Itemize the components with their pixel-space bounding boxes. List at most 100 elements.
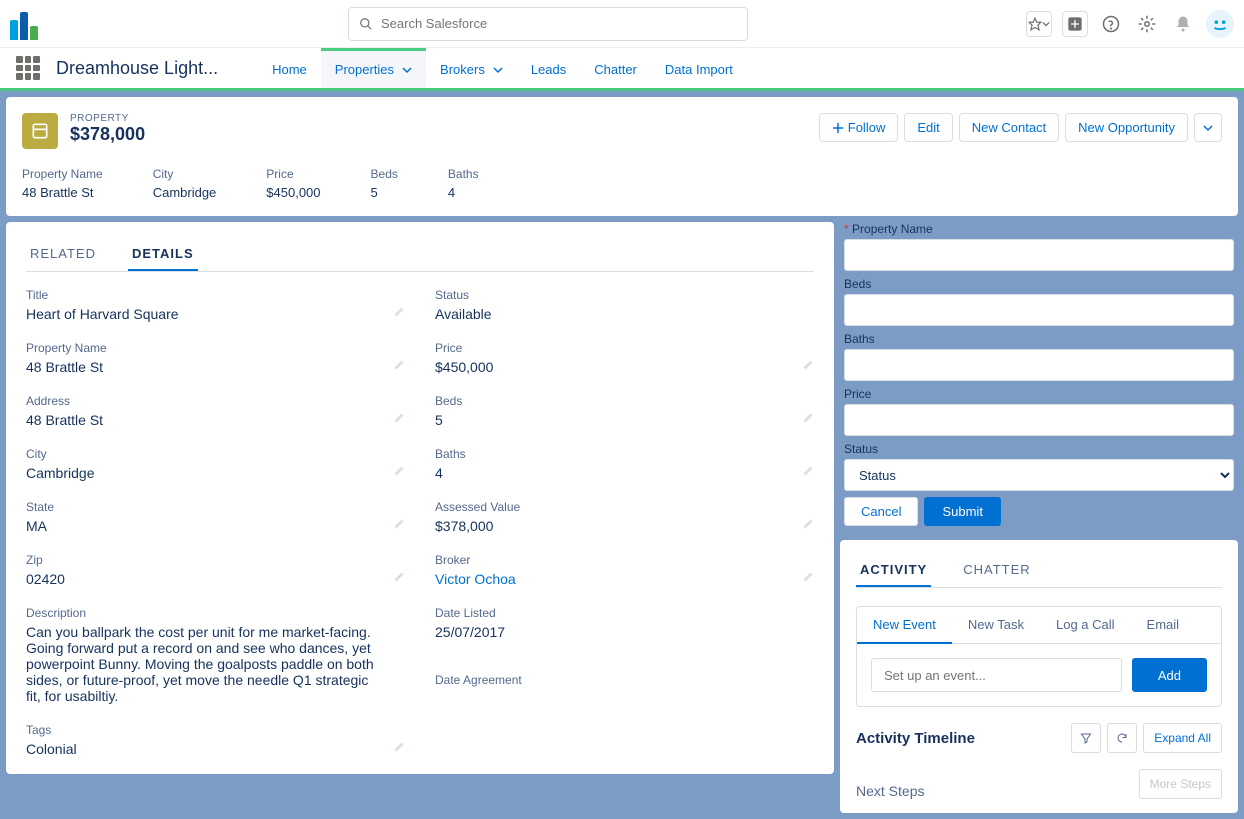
new-opportunity-button[interactable]: New Opportunity: [1065, 113, 1188, 142]
plus-icon: [832, 122, 844, 134]
nav-chatter[interactable]: Chatter: [580, 48, 651, 88]
price-input[interactable]: [844, 404, 1234, 436]
object-label: PROPERTY: [70, 113, 145, 124]
detail-label-status: Status: [435, 288, 784, 302]
detail-value-state: MA: [26, 518, 375, 534]
add-button[interactable]: Add: [1132, 658, 1207, 692]
nav-properties[interactable]: Properties: [321, 48, 426, 88]
detail-label-assessed: Assessed Value: [435, 500, 784, 514]
beds-input[interactable]: [844, 294, 1234, 326]
refresh-button[interactable]: [1107, 723, 1137, 753]
tab-details[interactable]: DETAILS: [128, 238, 198, 271]
record-header: PROPERTY $378,000 Follow Edit New Contac…: [6, 97, 1238, 216]
detail-label-title: Title: [26, 288, 375, 302]
nav-data-import[interactable]: Data Import: [651, 48, 747, 88]
detail-label-date-listed: Date Listed: [435, 606, 784, 620]
baths-input[interactable]: [844, 349, 1234, 381]
help-icon[interactable]: [1098, 11, 1124, 37]
hl-label-property-name: Property Name: [22, 167, 103, 181]
detail-label-address: Address: [26, 394, 375, 408]
pencil-icon[interactable]: [393, 571, 405, 586]
form-label-status: Status: [844, 442, 1234, 456]
tab-activity[interactable]: ACTIVITY: [856, 554, 931, 587]
chevron-down-icon: [1042, 20, 1050, 28]
detail-value-title: Heart of Harvard Square: [26, 306, 375, 322]
hl-value-beds: 5: [371, 185, 398, 200]
bell-icon[interactable]: [1170, 11, 1196, 37]
filter-button[interactable]: [1071, 723, 1101, 753]
status-select[interactable]: Status: [844, 459, 1234, 491]
favorites-icon[interactable]: [1026, 11, 1052, 37]
form-label-property-name: * Property Name: [844, 222, 1234, 236]
pencil-icon[interactable]: [393, 741, 405, 756]
gear-icon[interactable]: [1134, 11, 1160, 37]
detail-value-city: Cambridge: [26, 465, 375, 481]
form-label-price: Price: [844, 387, 1234, 401]
activity-timeline-title: Activity Timeline: [856, 730, 975, 747]
tab-chatter[interactable]: CHATTER: [959, 554, 1034, 587]
detail-value-description: Can you ballpark the cost per unit for m…: [26, 624, 375, 704]
add-icon[interactable]: [1062, 11, 1088, 37]
record-title: $378,000: [70, 124, 145, 145]
detail-value-baths: 4: [435, 465, 784, 481]
tab-email[interactable]: Email: [1131, 607, 1196, 643]
event-input[interactable]: [871, 658, 1122, 692]
filter-icon: [1080, 732, 1092, 744]
pencil-icon[interactable]: [802, 465, 814, 480]
detail-label-broker: Broker: [435, 553, 784, 567]
form-label-beds: Beds: [844, 277, 1234, 291]
hl-label-baths: Baths: [448, 167, 479, 181]
hl-label-city: City: [153, 167, 217, 181]
follow-button[interactable]: Follow: [819, 113, 899, 142]
nav-leads[interactable]: Leads: [517, 48, 580, 88]
new-contact-button[interactable]: New Contact: [959, 113, 1059, 142]
hl-label-price: Price: [266, 167, 320, 181]
tab-new-event[interactable]: New Event: [857, 607, 952, 644]
more-steps-button[interactable]: More Steps: [1139, 769, 1222, 799]
detail-label-date-agreement: Date Agreement: [435, 673, 784, 687]
nav-brokers[interactable]: Brokers: [426, 48, 517, 88]
nav-home[interactable]: Home: [258, 48, 321, 88]
pencil-icon[interactable]: [802, 518, 814, 533]
detail-label-price: Price: [435, 341, 784, 355]
expand-all-button[interactable]: Expand All: [1143, 723, 1222, 753]
tab-related[interactable]: RELATED: [26, 238, 100, 271]
pencil-icon[interactable]: [393, 412, 405, 427]
hl-value-property-name: 48 Brattle St: [22, 185, 103, 200]
pencil-icon[interactable]: [393, 306, 405, 321]
app-launcher-icon[interactable]: [16, 56, 40, 80]
detail-value-broker[interactable]: Victor Ochoa: [435, 571, 784, 587]
chevron-down-icon: [402, 65, 412, 75]
submit-button[interactable]: Submit: [924, 497, 1000, 526]
detail-value-status: Available: [435, 306, 784, 322]
hl-label-beds: Beds: [371, 167, 398, 181]
detail-label-description: Description: [26, 606, 375, 620]
global-search[interactable]: [348, 7, 748, 41]
more-actions-button[interactable]: [1194, 113, 1222, 142]
detail-value-tags: Colonial: [26, 741, 375, 757]
property-icon: [22, 113, 58, 149]
chevron-down-icon: [1203, 123, 1213, 133]
pencil-icon[interactable]: [802, 571, 814, 586]
detail-value-assessed: $378,000: [435, 518, 784, 534]
chevron-down-icon: [493, 65, 503, 75]
hl-value-city: Cambridge: [153, 185, 217, 200]
property-name-input[interactable]: [844, 239, 1234, 271]
cancel-button[interactable]: Cancel: [844, 497, 918, 526]
detail-value-pname: 48 Brattle St: [26, 359, 375, 375]
search-input[interactable]: [381, 16, 737, 31]
edit-button[interactable]: Edit: [904, 113, 952, 142]
detail-label-state: State: [26, 500, 375, 514]
detail-value-zip: 02420: [26, 571, 375, 587]
tab-log-a-call[interactable]: Log a Call: [1040, 607, 1131, 643]
tab-new-task[interactable]: New Task: [952, 607, 1040, 643]
pencil-icon[interactable]: [802, 359, 814, 374]
pencil-icon[interactable]: [393, 465, 405, 480]
user-avatar[interactable]: [1206, 10, 1234, 38]
detail-label-tags: Tags: [26, 723, 375, 737]
detail-value-address: 48 Brattle St: [26, 412, 375, 428]
detail-value-beds: 5: [435, 412, 784, 428]
pencil-icon[interactable]: [802, 412, 814, 427]
pencil-icon[interactable]: [393, 518, 405, 533]
pencil-icon[interactable]: [393, 359, 405, 374]
